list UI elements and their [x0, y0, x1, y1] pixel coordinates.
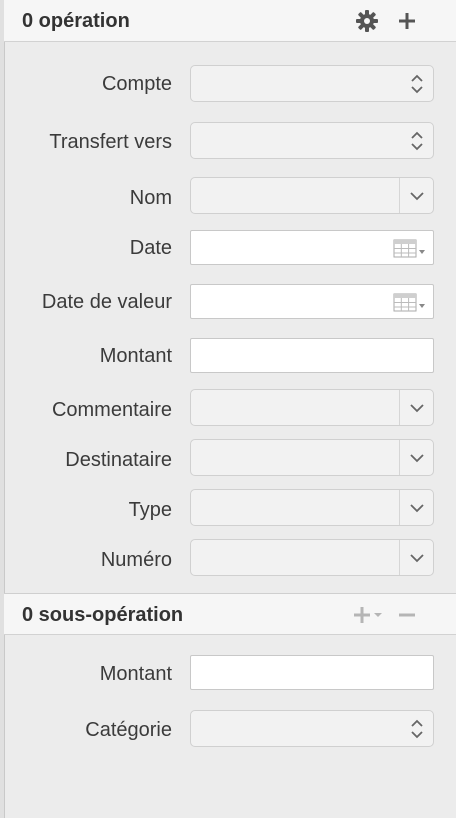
- commentaire-combobox[interactable]: [190, 389, 434, 426]
- chevron-down-icon: [409, 191, 424, 200]
- updown-arrows-icon: [407, 71, 427, 97]
- sub-operation-header: 0 sous-opération: [4, 593, 456, 635]
- type-combobox[interactable]: [190, 489, 434, 526]
- plus-icon: [399, 13, 415, 29]
- destinataire-combobox[interactable]: [190, 439, 434, 476]
- date-field[interactable]: [190, 230, 434, 265]
- calendar-icon: [393, 239, 425, 258]
- compte-popup[interactable]: [190, 65, 434, 102]
- transfert-popup[interactable]: [190, 122, 434, 159]
- minus-icon: [399, 613, 415, 617]
- date-valeur-field[interactable]: [190, 284, 434, 319]
- commentaire-label: Commentaire: [51, 399, 172, 421]
- categorie-label: Catégorie: [85, 719, 172, 741]
- categorie-popup[interactable]: [190, 710, 434, 747]
- chevron-down-icon: [409, 503, 424, 512]
- add-sub-operation-button[interactable]: [352, 602, 386, 628]
- updown-arrows-icon: [407, 716, 427, 742]
- updown-arrows-icon: [407, 128, 427, 154]
- remove-sub-operation-button[interactable]: [394, 602, 420, 628]
- destinataire-label: Destinataire: [65, 449, 172, 471]
- numero-combobox[interactable]: [190, 539, 434, 576]
- nom-label: Nom: [129, 187, 172, 209]
- compte-label: Compte: [101, 73, 172, 95]
- settings-button[interactable]: [354, 8, 380, 34]
- date-label: Date: [129, 237, 172, 259]
- add-operation-button[interactable]: [394, 8, 420, 34]
- calendar-icon: [393, 293, 425, 312]
- montant-label: Montant: [99, 345, 172, 367]
- sub-montant-label: Montant: [99, 663, 172, 685]
- combo-dropdown-button[interactable]: [399, 540, 433, 575]
- sub-operation-count-title: 0 sous-opération: [22, 604, 184, 626]
- chevron-down-icon: [409, 553, 424, 562]
- transfert-label: Transfert vers: [49, 131, 172, 153]
- operation-count-title: 0 opération: [22, 10, 130, 32]
- combo-dropdown-button[interactable]: [399, 178, 433, 213]
- type-label: Type: [128, 499, 172, 521]
- operation-header: 0 opération: [4, 0, 456, 42]
- gear-icon: [356, 10, 378, 32]
- chevron-down-icon: [409, 403, 424, 412]
- date-valeur-label: Date de valeur: [41, 291, 172, 313]
- combo-dropdown-button[interactable]: [399, 440, 433, 475]
- plus-dropdown-icon: [354, 607, 382, 623]
- montant-field[interactable]: [190, 338, 434, 373]
- combo-dropdown-button[interactable]: [399, 390, 433, 425]
- chevron-down-icon: [409, 453, 424, 462]
- combo-dropdown-button[interactable]: [399, 490, 433, 525]
- nom-combobox[interactable]: [190, 177, 434, 214]
- numero-label: Numéro: [100, 549, 172, 571]
- sub-montant-field[interactable]: [190, 655, 434, 690]
